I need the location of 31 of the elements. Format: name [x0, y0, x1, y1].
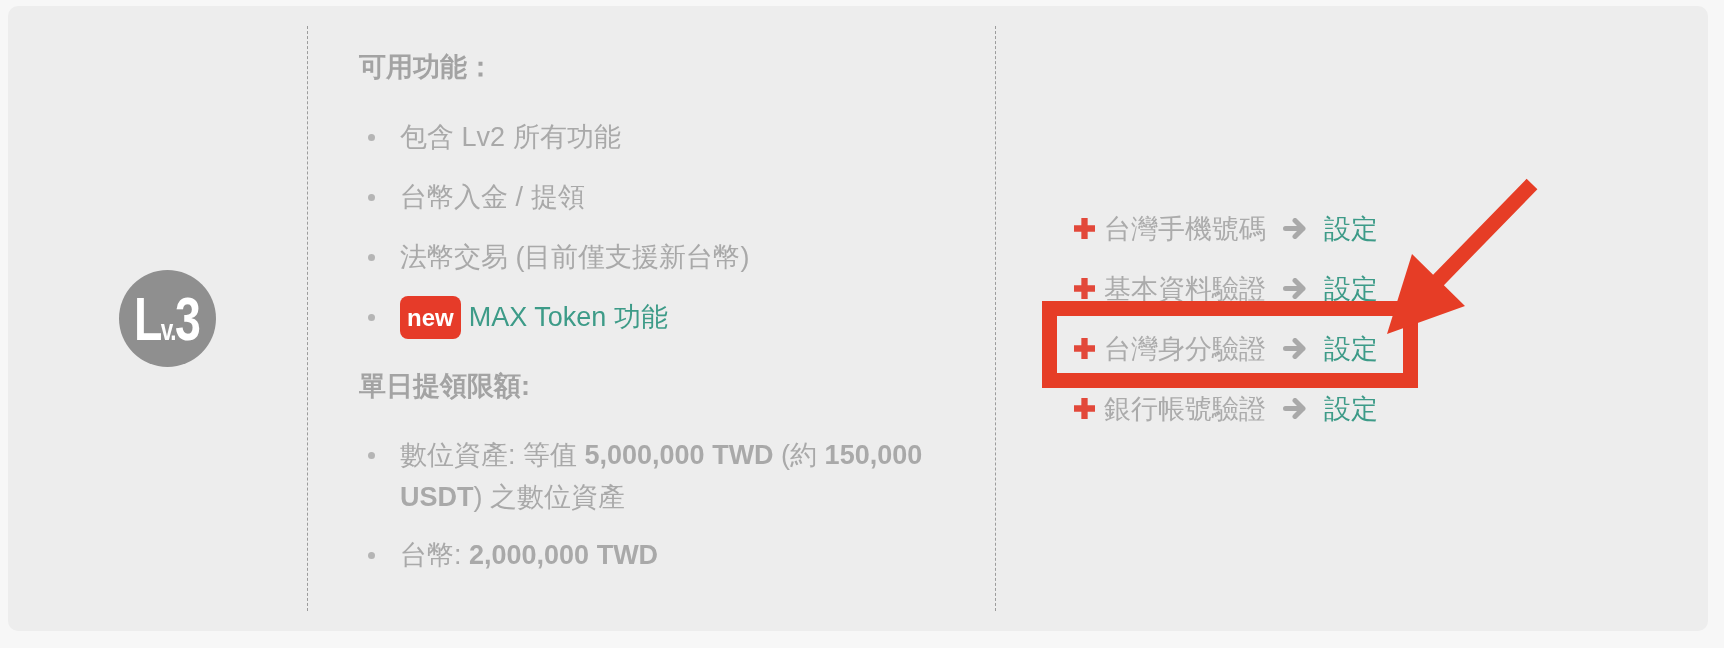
plus-icon	[1074, 338, 1095, 359]
requirement-label: 台灣手機號碼	[1104, 212, 1266, 246]
new-badge: new	[400, 295, 461, 339]
arrow-right-icon	[1283, 218, 1306, 239]
feature-link[interactable]: MAX Token 功能	[468, 296, 668, 338]
limit-text: 台幣: 2,000,000 TWD	[400, 539, 659, 572]
plus-icon	[1074, 218, 1095, 239]
limit-text: 數位資產: 等值 5,000,000 TWD (約 150,000 USDT) 之數位資產	[400, 439, 924, 514]
arrow-right-icon	[1283, 278, 1306, 299]
bullet-icon	[368, 193, 375, 201]
arrow-right-icon	[1283, 338, 1306, 359]
setup-link[interactable]: 設定	[1324, 268, 1378, 309]
feature-text: 包含 Lv2 所有功能	[400, 121, 621, 154]
bullet-icon	[368, 451, 375, 459]
plus-icon	[1074, 278, 1095, 299]
arrow-right-icon	[1283, 398, 1306, 419]
requirement-label: 基本資料驗證	[1104, 272, 1266, 306]
plus-icon	[1074, 398, 1095, 419]
bullet-icon	[368, 313, 375, 321]
requirement-label: 銀行帳號驗證	[1104, 392, 1266, 426]
feature-text: 台幣入金 / 提領	[400, 181, 585, 214]
limits-heading: 單日提領限額:	[359, 370, 530, 403]
setup-link[interactable]: 設定	[1324, 388, 1378, 429]
bullet-icon	[368, 551, 375, 559]
setup-link[interactable]: 設定	[1324, 208, 1378, 249]
bullet-icon	[368, 253, 375, 261]
features-heading: 可用功能：	[359, 51, 494, 84]
feature-text: 法幣交易 (目前僅支援新台幣)	[400, 241, 750, 274]
requirement-label: 台灣身分驗證	[1104, 332, 1266, 366]
bullet-icon	[368, 133, 375, 141]
setup-link[interactable]: 設定	[1324, 328, 1378, 369]
